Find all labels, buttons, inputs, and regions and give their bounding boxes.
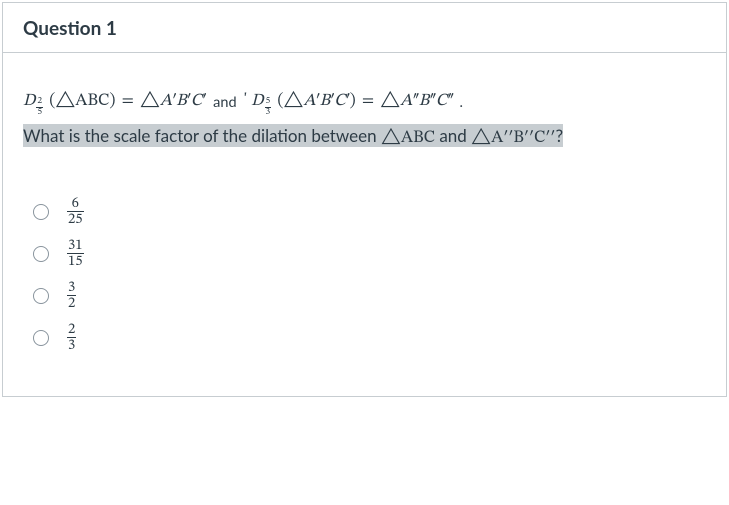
- option-1[interactable]: 625: [33, 194, 706, 230]
- answer-options: 625 3115 32 23: [23, 194, 706, 356]
- d1-sub-den: 5: [36, 107, 43, 118]
- d2-arg-close: ): [350, 93, 356, 110]
- eq1: =: [122, 93, 134, 110]
- o3d: 2: [67, 295, 76, 311]
- d2-sub-den: 3: [265, 107, 272, 118]
- option-3-label: 32: [67, 280, 76, 312]
- question-stem-line2: What is the scale factor of the dilation…: [23, 122, 706, 152]
- o2d: 15: [67, 253, 84, 269]
- eq2: =: [362, 93, 374, 110]
- leading-prime-sp: ': [244, 93, 251, 110]
- prompt-pre: What is the scale factor of the dilation…: [23, 125, 381, 146]
- d1-sub-num: 2: [36, 97, 43, 107]
- tri2: △: [471, 130, 491, 147]
- tri1: △: [381, 130, 401, 147]
- highlighted-prompt: What is the scale factor of the dilation…: [23, 124, 563, 147]
- arg2-A: A: [303, 93, 315, 110]
- option-3[interactable]: 32: [33, 278, 706, 314]
- o1n: 6: [67, 196, 84, 211]
- expr-d1: D25 (△ABC) = △A′B′C′: [23, 93, 210, 110]
- expr-d2: ' D53 (△A′B′C′) = △A″B″C″: [244, 93, 458, 110]
- option-4-label: 23: [67, 322, 76, 354]
- and-text: and: [210, 94, 239, 111]
- prompt-q: ?: [555, 125, 563, 146]
- d1-arg: (△ABC): [49, 93, 115, 110]
- arg2-C: C: [334, 93, 345, 110]
- o3n: 3: [67, 280, 76, 295]
- rhs2-A: A: [400, 93, 412, 110]
- rhs2-C: C: [436, 93, 447, 110]
- option-2-label: 3115: [67, 238, 84, 270]
- radio-icon[interactable]: [33, 330, 49, 346]
- abc: ABC: [401, 130, 435, 147]
- radio-icon[interactable]: [33, 204, 49, 220]
- period: .: [458, 94, 463, 111]
- d2-sub-num: 5: [265, 97, 272, 107]
- question-header: Question 1: [3, 3, 726, 53]
- question-title: Question 1: [23, 17, 117, 40]
- p2B: B: [513, 130, 524, 147]
- p2C: C: [534, 130, 545, 147]
- rhs1-C: C: [191, 93, 202, 110]
- o4n: 2: [67, 322, 76, 337]
- option-1-label: 625: [67, 196, 84, 228]
- o4d: 3: [67, 337, 76, 353]
- d2-arg-open: (△: [277, 93, 303, 110]
- p2A: A: [491, 130, 503, 147]
- rhs2-B: B: [419, 93, 430, 110]
- question-card: Question 1 D25 (△ABC) = △A′B′C′ and ' D5…: [2, 2, 727, 397]
- radio-icon[interactable]: [33, 288, 49, 304]
- o1d: 25: [67, 211, 84, 227]
- radio-icon[interactable]: [33, 246, 49, 262]
- question-body: D25 (△ABC) = △A′B′C′ and ' D53 (△A′B′C′)…: [3, 53, 726, 396]
- option-2[interactable]: 3115: [33, 236, 706, 272]
- rhs1-A: A: [160, 93, 172, 110]
- option-4[interactable]: 23: [33, 320, 706, 356]
- rhs1-B: B: [176, 93, 187, 110]
- question-stem-line1: D25 (△ABC) = △A′B′C′ and ' D53 (△A′B′C′)…: [23, 85, 706, 118]
- prompt-mid: and: [435, 125, 471, 146]
- o2n: 31: [67, 238, 84, 253]
- arg2-B: B: [320, 93, 331, 110]
